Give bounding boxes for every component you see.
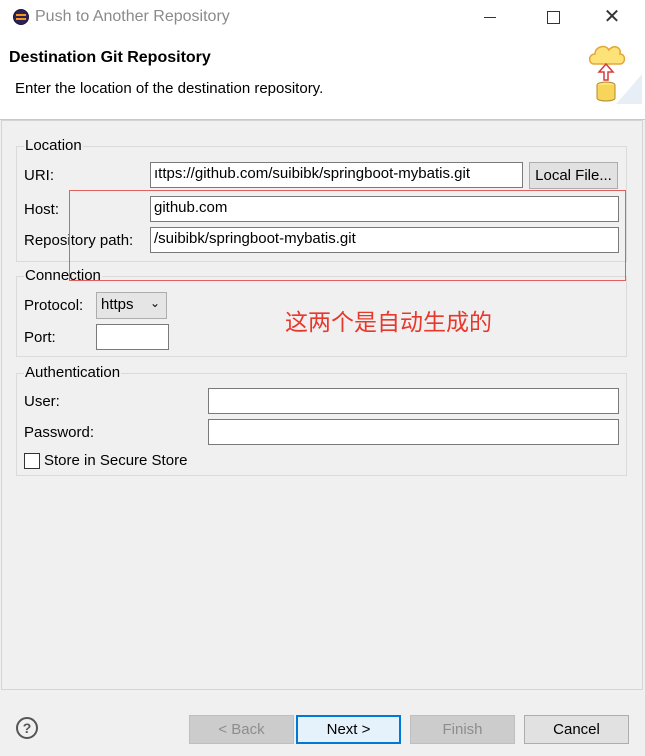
uri-label: URI: <box>24 167 54 184</box>
store-secure-checkbox[interactable] <box>24 453 40 469</box>
next-button[interactable]: Next > <box>296 715 401 744</box>
authentication-group-label: Authentication <box>24 364 122 381</box>
chevron-down-icon: ⌄ <box>149 296 160 310</box>
help-icon[interactable]: ? <box>16 717 38 739</box>
annotation-text: 这两个是自动生成的 <box>285 310 492 336</box>
eclipse-app-icon <box>13 9 29 25</box>
host-label: Host: <box>24 201 60 218</box>
user-label: User: <box>24 393 60 410</box>
store-secure-label[interactable]: Store in Secure Store <box>44 452 187 469</box>
close-button[interactable]: ✕ <box>592 4 632 30</box>
port-input[interactable] <box>96 324 169 350</box>
window-title: Push to Another Repository <box>35 8 230 25</box>
wizard-header: Destination Git Repository Enter the loc… <box>0 36 645 120</box>
protocol-select[interactable]: https ⌄ <box>96 292 167 319</box>
title-bar: Push to Another Repository ✕ <box>0 0 645 36</box>
back-button[interactable]: < Back <box>189 715 294 744</box>
location-group-label: Location <box>24 137 83 154</box>
port-label: Port: <box>24 329 56 346</box>
finish-button[interactable]: Finish <box>410 715 515 744</box>
cancel-button[interactable]: Cancel <box>524 715 629 744</box>
protocol-selected-value: https <box>101 296 134 313</box>
uri-input[interactable]: ıttps://github.com/suibibk/springboot-my… <box>150 162 523 188</box>
password-label: Password: <box>24 424 95 441</box>
page-title: Destination Git Repository <box>9 49 211 66</box>
local-file-button[interactable]: Local File... <box>529 162 618 189</box>
page-description: Enter the location of the destination re… <box>15 80 324 97</box>
user-input[interactable] <box>208 388 619 414</box>
cloud-upload-database-icon <box>588 45 642 104</box>
password-input[interactable] <box>208 419 619 445</box>
annotation-highlight-box <box>69 190 626 281</box>
maximize-button[interactable] <box>533 4 573 30</box>
minimize-button[interactable] <box>470 4 510 30</box>
protocol-label: Protocol: <box>24 297 84 314</box>
